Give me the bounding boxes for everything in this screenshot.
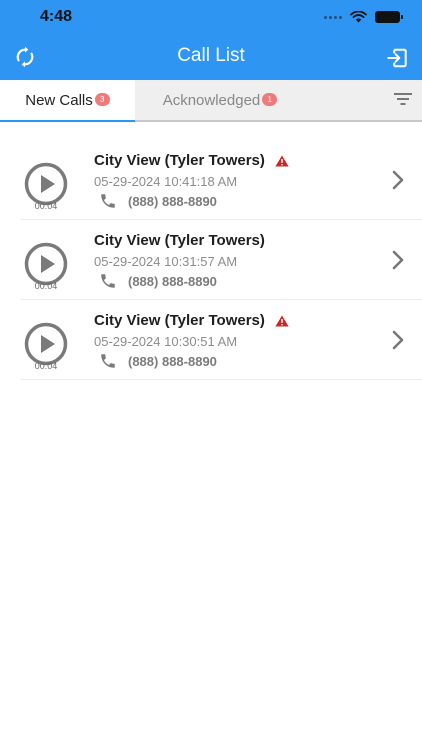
tab-label: New Calls: [25, 91, 93, 109]
play-icon[interactable]: [24, 162, 68, 206]
call-list-item[interactable]: 00:04 City View (Tyler Towers) 05-29-202…: [20, 300, 422, 380]
tab-acknowledged[interactable]: Acknowledged 1: [135, 80, 305, 120]
phone-icon[interactable]: [98, 352, 118, 370]
call-list-item[interactable]: 00:04 City View (Tyler Towers) 05-29-202…: [20, 220, 422, 300]
chevron-right-icon[interactable]: [392, 330, 404, 350]
call-phone-line: (888) 888-8890: [98, 192, 217, 210]
call-timestamp: 05-29-2024 10:31:57 AM: [94, 254, 238, 269]
status-bar: 4:48: [0, 0, 422, 34]
filter-icon[interactable]: [394, 92, 412, 106]
call-duration: 00:04: [34, 281, 58, 291]
warning-icon: [275, 315, 289, 326]
status-time: 4:48: [40, 8, 73, 25]
call-phone-line: (888) 888-8890: [98, 352, 217, 370]
call-timestamp: 05-29-2024 10:41:18 AM: [94, 174, 238, 189]
count-badge: 1: [262, 92, 278, 106]
call-phone: (888) 888-8890: [128, 353, 217, 369]
call-timestamp: 05-29-2024 10:30:51 AM: [94, 334, 238, 349]
play-icon[interactable]: [24, 322, 68, 366]
tab-new-calls[interactable]: New Calls 3: [0, 80, 135, 122]
call-phone: (888) 888-8890: [128, 193, 217, 209]
app-header: 4:48 Call List: [0, 0, 422, 80]
chevron-right-icon[interactable]: [392, 250, 404, 270]
call-phone-line: (888) 888-8890: [98, 272, 217, 290]
tab-bar: New Calls 3 Acknowledged 1: [0, 80, 422, 122]
call-phone: (888) 888-8890: [128, 273, 217, 289]
call-title: City View (Tyler Towers): [94, 232, 265, 249]
wifi-icon: [350, 11, 367, 23]
call-title: City View (Tyler Towers): [94, 312, 265, 329]
call-duration: 00:04: [34, 361, 58, 371]
play-icon[interactable]: [24, 242, 68, 286]
call-title-row: City View (Tyler Towers): [94, 232, 265, 249]
signal-icon: [324, 15, 342, 19]
phone-icon[interactable]: [98, 192, 118, 210]
call-list-item[interactable]: 00:04 City View (Tyler Towers) 05-29-202…: [20, 140, 422, 220]
logout-icon[interactable]: [386, 47, 408, 69]
status-icons: [324, 11, 403, 23]
call-title-row: City View (Tyler Towers): [94, 152, 289, 169]
phone-icon[interactable]: [98, 272, 118, 290]
call-list: 00:04 City View (Tyler Towers) 05-29-202…: [20, 140, 422, 380]
tab-label: Acknowledged: [162, 91, 261, 109]
call-duration: 00:04: [34, 201, 58, 211]
page-title: Call List: [177, 45, 245, 66]
call-title: City View (Tyler Towers): [94, 152, 265, 169]
count-badge: 3: [94, 92, 110, 106]
call-title-row: City View (Tyler Towers): [94, 312, 289, 329]
warning-icon: [275, 155, 289, 166]
battery-icon: [375, 11, 403, 23]
chevron-right-icon[interactable]: [392, 170, 404, 190]
